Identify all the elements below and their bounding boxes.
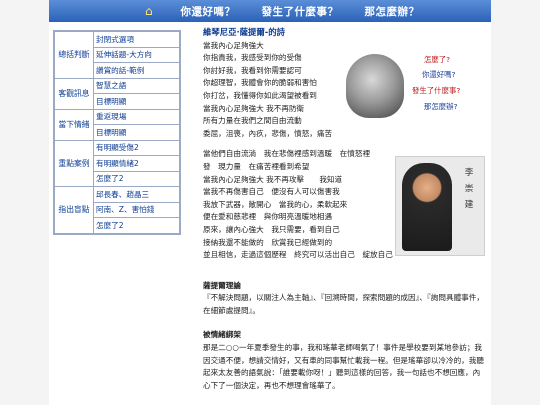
- poem-line: 便在愛和慈悲裡 與你明亮溫暖地相遇: [203, 212, 333, 222]
- nav-link-what-to-do[interactable]: 那怎麼辦？: [365, 4, 420, 19]
- sidebar-link[interactable]: 阿南、Z、害怕錢: [93, 201, 180, 218]
- poem-line: 當他們自由流淌 我在悲傷裡感到溫暖 在憤怒裡: [203, 149, 371, 159]
- poem-line: 委屈，沮喪，內疚，悲傷，憤怒，痛苦: [203, 128, 333, 138]
- poem-title: 維琴尼亞·薩提爾-的詩: [203, 27, 286, 37]
- page-body: 總括判斷 封閉式選項 延伸話題-大方向 讚賞的話-範例 客觀訊息 智慧之語 目標…: [49, 22, 491, 405]
- poem-line: 當我內心足夠強大 我不再防衛: [203, 103, 305, 113]
- sidebar-category: 總括判斷: [54, 31, 94, 79]
- section-heading-case: 被情緒綁架: [203, 330, 241, 340]
- home-icon[interactable]: ⌂: [145, 4, 159, 18]
- poem-line: 當我內心足夠強大: [203, 40, 264, 50]
- poem-line: 你指責我，我感受到你的受傷: [203, 53, 302, 63]
- sidebar-category: 客觀訊息: [54, 77, 94, 110]
- sidebar-category: 當下情緒: [54, 108, 94, 141]
- poem-line: 並且相信，走過這個歷程 終究可以活出自己 綻放自己: [203, 250, 393, 260]
- sidebar-category: 指出盲點: [54, 186, 94, 234]
- sidebar-link[interactable]: 邱長春、趙晶三: [93, 186, 180, 203]
- nav-link-how-are-you[interactable]: 你還好嗎？: [181, 4, 236, 19]
- sidebar-link[interactable]: 目標明顯: [93, 124, 180, 141]
- main-content: 維琴尼亞·薩提爾-的詩 當我內心足夠強大你指責我，我感受到你的受傷 你討好我，我看…: [203, 26, 485, 392]
- poem-line: 接納我還不能做的 欣賞我已經做到的: [203, 237, 333, 247]
- case-story-text: 那是二○○一年夏季發生的事，我和瑤華老師喝氣了！事件是學校要到某地參訪；我因交通…: [203, 343, 484, 390]
- section-heading-satir: 薩提爾理論: [203, 280, 241, 290]
- sidebar-link[interactable]: 讚賞的話-範例: [93, 62, 180, 79]
- sidebar-link[interactable]: 重返現場: [93, 108, 180, 125]
- nav-link-what-happened[interactable]: 發生了什麼事？: [262, 4, 339, 19]
- poem-line: 你討好我，我看到你需要認可: [203, 65, 302, 75]
- sidebar-category: 重點案例: [54, 139, 94, 187]
- sidebar-link[interactable]: 目標明顯: [93, 93, 180, 110]
- top-nav-bar: ⌂ 你還好嗎？ 發生了什麼事？ 那怎麼辦？: [49, 0, 491, 23]
- sidebar-link[interactable]: 延伸話題-大方向: [93, 46, 180, 63]
- poem-stanza-1: 當我內心足夠強大你指責我，我感受到你的受傷 你討好我，我看到你需要認可你超理智，我…: [203, 40, 485, 141]
- sidebar-link[interactable]: 有明顯情緒2: [93, 155, 180, 172]
- satir-theory-text: 『不解決問題，以關注人為主軸』、『回溯時間，探索問題的成因』、『詢問具體事件，在…: [203, 293, 484, 315]
- poem-line: 當我不再傷害自己 便沒有人可以傷害我: [203, 187, 340, 197]
- poem-stanza-2: 當他們自由流淌 我在悲傷裡感到溫暖 在憤怒裡發 現力量 在痛苦裡看到希望當我內心…: [203, 148, 485, 261]
- sidebar-menu: 總括判斷 封閉式選項 延伸話題-大方向 讚賞的話-範例 客觀訊息 智慧之語 目標…: [53, 30, 181, 235]
- poem-line: 所有力量在我們之間自由流動: [203, 116, 302, 126]
- sidebar-link[interactable]: 有明顯受傷2: [93, 139, 180, 156]
- poem-line: 發 現力量 在痛苦裡看到希望: [203, 161, 310, 171]
- poem-line: 當我內心足夠強大 我不再攻擊 我知道: [203, 174, 343, 184]
- sidebar-link[interactable]: 封閉式選項: [93, 31, 180, 48]
- sidebar-link[interactable]: 怎麼了2: [93, 170, 180, 187]
- poem-line: 你打岔，我懂得你如此渴望被看到: [203, 90, 317, 100]
- sidebar-link[interactable]: 智慧之語: [93, 77, 180, 94]
- poem-line: 原來，讓內心強大 我只需要，看到自己: [203, 224, 340, 234]
- sidebar-link[interactable]: 怎麼了2: [93, 217, 180, 234]
- poem-line: 我放下武器，敞開心 當我的心，柔軟起來: [203, 199, 348, 209]
- poem-line: 你超理智，我體會你的脆弱和害怕: [203, 78, 317, 88]
